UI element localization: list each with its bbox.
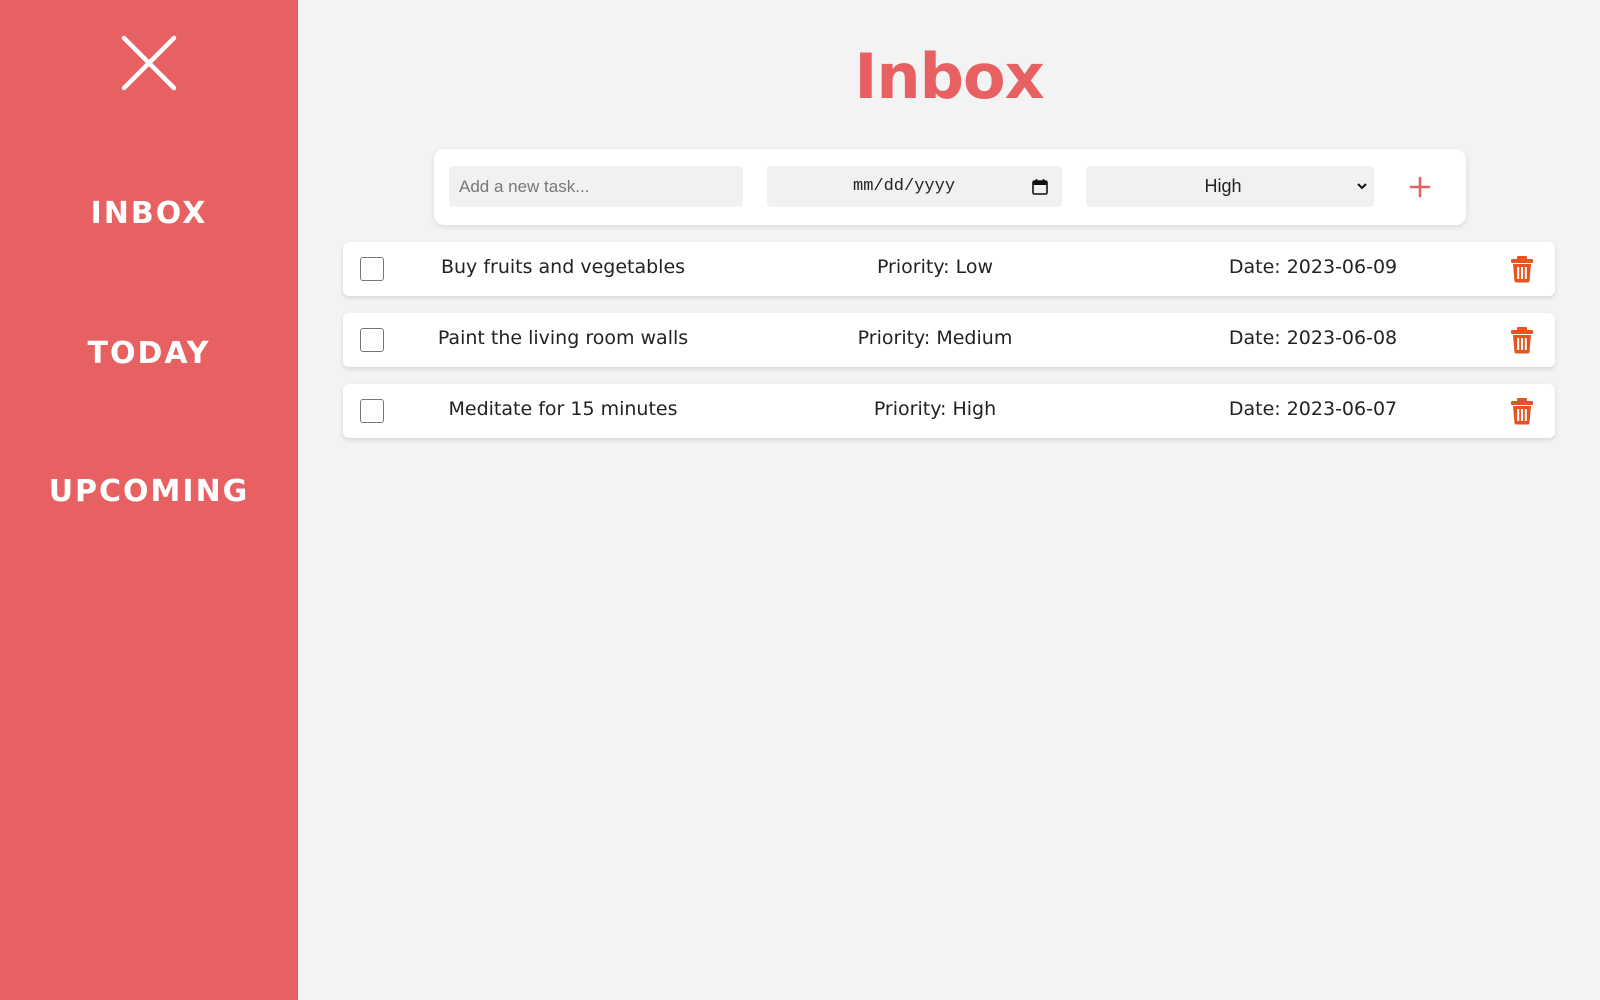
task-priority: Priority: Medium: [857, 327, 1013, 349]
calendar-icon[interactable]: [1032, 178, 1048, 195]
task-date: Date: 2023-06-08: [1228, 327, 1398, 349]
date-placeholder: mm/dd/yyyy: [853, 177, 956, 196]
task-date: Date: 2023-06-07: [1228, 398, 1398, 420]
task-name: Meditate for 15 minutes: [448, 398, 678, 420]
close-icon: [121, 35, 177, 91]
task-priority: Priority: Low: [876, 256, 994, 278]
trash-icon[interactable]: [1510, 326, 1534, 354]
sidebar: INBOX TODAY UPCOMING: [0, 0, 298, 1000]
sidebar-item-upcoming[interactable]: UPCOMING: [0, 474, 298, 509]
date-input[interactable]: mm/dd/yyyy: [767, 166, 1062, 207]
task-priority: Priority: High: [873, 398, 997, 420]
task-name: Buy fruits and vegetables: [440, 256, 686, 278]
trash-icon[interactable]: [1510, 255, 1534, 283]
close-sidebar-button[interactable]: [118, 32, 180, 94]
task-checkbox[interactable]: [360, 399, 384, 423]
task-row: Buy fruits and vegetables Priority: Low …: [343, 242, 1555, 296]
add-task-button[interactable]: [1402, 169, 1438, 205]
priority-selected-value: High: [1204, 176, 1242, 196]
task-checkbox[interactable]: [360, 257, 384, 281]
page-title: Inbox: [854, 40, 1044, 113]
new-task-input[interactable]: [449, 166, 743, 207]
priority-select[interactable]: High: [1086, 166, 1374, 207]
trash-icon[interactable]: [1510, 397, 1534, 425]
task-date: Date: 2023-06-09: [1228, 256, 1398, 278]
task-row: Paint the living room walls Priority: Me…: [343, 313, 1555, 367]
add-task-form: mm/dd/yyyy High: [434, 149, 1466, 225]
chevron-down-icon: [1357, 183, 1367, 190]
plus-icon: [1409, 176, 1431, 198]
task-name: Paint the living room walls: [437, 327, 689, 349]
task-checkbox[interactable]: [360, 328, 384, 352]
sidebar-item-inbox[interactable]: INBOX: [0, 196, 298, 231]
task-row: Meditate for 15 minutes Priority: High D…: [343, 384, 1555, 438]
sidebar-item-today[interactable]: TODAY: [0, 336, 298, 371]
